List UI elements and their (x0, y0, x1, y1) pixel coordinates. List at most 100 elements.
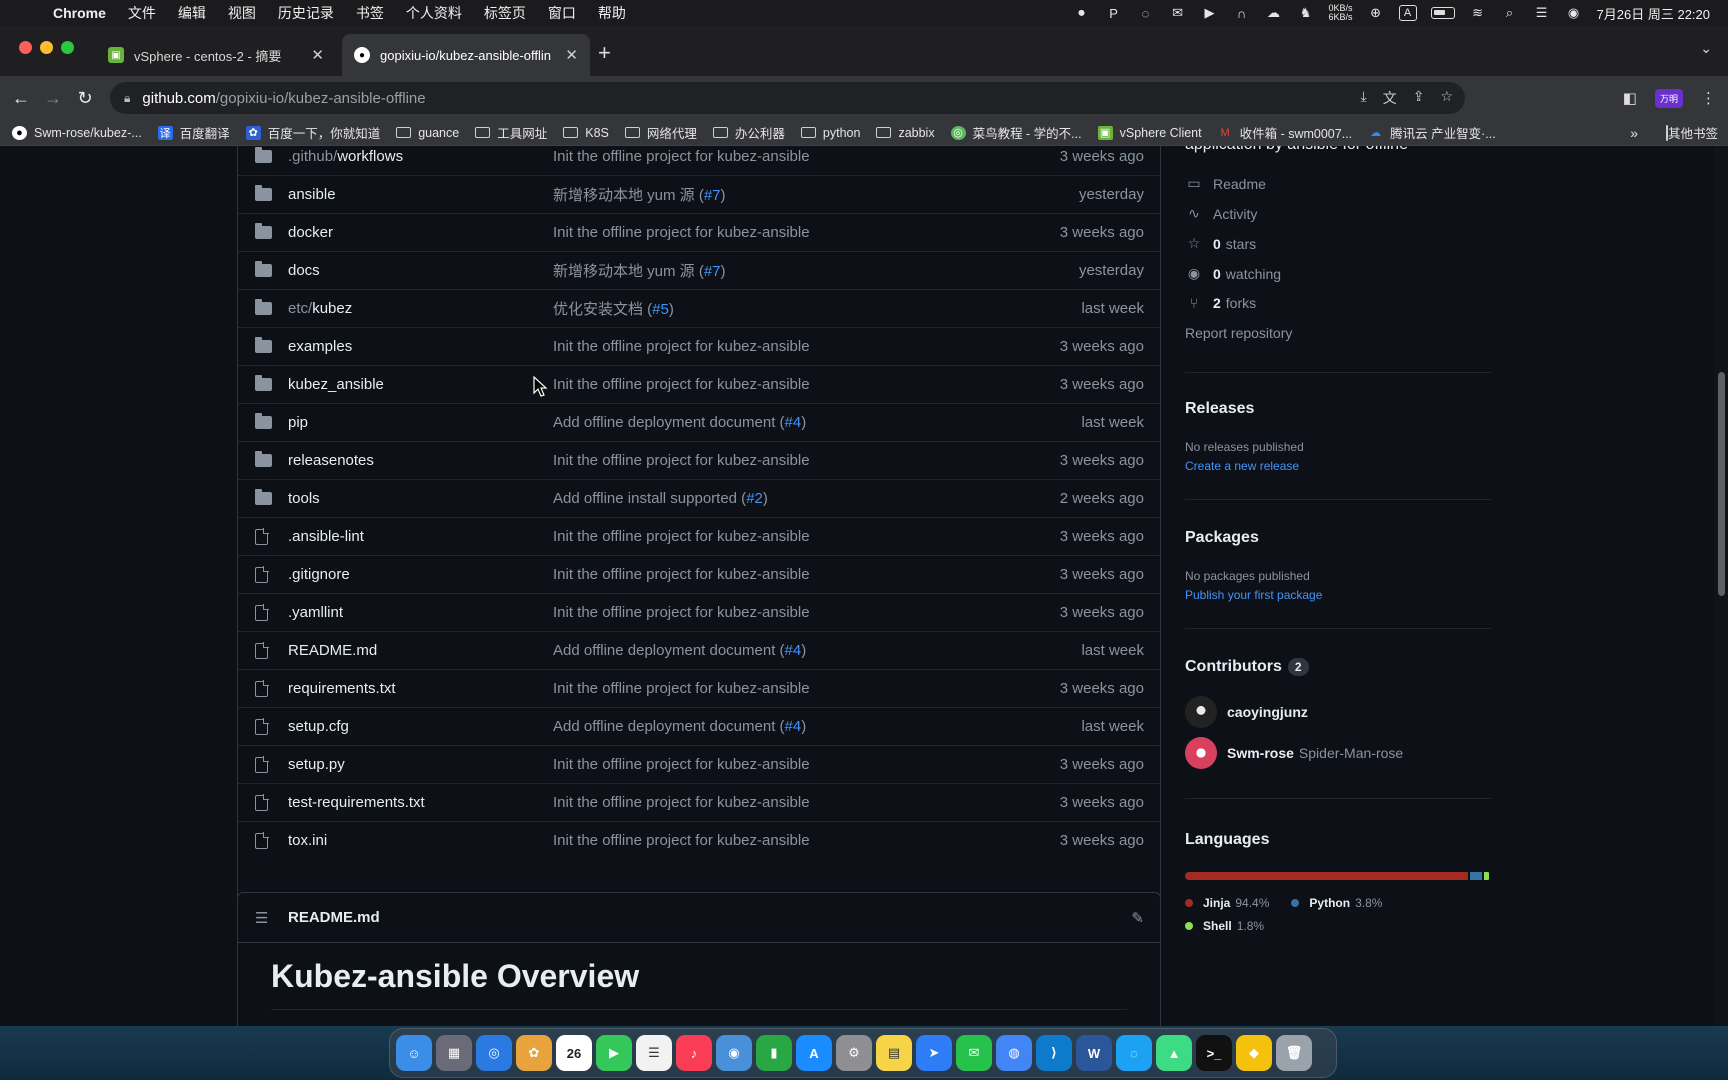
commit-message-link[interactable]: Init the offline project for kubez-ansib… (553, 832, 810, 849)
headphones-icon[interactable]: ∩ (1233, 5, 1251, 21)
edit-pencil-icon[interactable]: ✎ (1131, 909, 1144, 927)
commit-message-link[interactable]: 优化安装文档 (#5) (553, 298, 674, 319)
bookmark-item[interactable]: ◎ 菜鸟教程 - 学的不... (950, 123, 1082, 142)
menu-edit[interactable]: 编辑 (178, 3, 206, 23)
feishu-tray-icon[interactable]: ▶ (1201, 5, 1219, 21)
tab-search-chevron-icon[interactable]: ⌄ (1700, 40, 1712, 57)
other-bookmarks[interactable]: 其他书签 (1665, 123, 1718, 142)
menu-history[interactable]: 历史记录 (278, 3, 334, 23)
wifi-icon[interactable]: ≋ (1469, 5, 1487, 21)
file-name-link[interactable]: pip (288, 414, 308, 431)
bookmark-item[interactable]: ● Swm-rose/kubez-... (12, 125, 142, 140)
tab-vsphere[interactable]: ▣ vSphere - centos-2 - 摘要 ✕ (96, 34, 336, 76)
menu-tab[interactable]: 标签页 (484, 3, 526, 23)
file-row[interactable]: .yamllint Init the offline project for ku… (238, 593, 1160, 631)
site-info-icon[interactable]: 🔒︎ (124, 91, 130, 106)
close-window-button[interactable] (19, 41, 32, 54)
file-name-link[interactable]: tools (288, 490, 320, 507)
close-tab-icon[interactable]: ✕ (311, 46, 324, 64)
spotlight-search-icon[interactable]: ⌕ (1501, 5, 1519, 21)
scrollbar-thumb[interactable] (1718, 372, 1725, 596)
language-shell[interactable]: Shell 1.8% (1185, 919, 1264, 933)
commit-message-link[interactable]: Init the offline project for kubez-ansib… (553, 756, 810, 773)
file-row[interactable]: README.md Add offline deployment document… (238, 631, 1160, 669)
notes-icon[interactable]: ▤ (876, 1035, 912, 1071)
bookmarks-overflow-button[interactable]: » (1630, 125, 1638, 141)
commit-message-link[interactable]: Init the offline project for kubez-ansib… (553, 794, 810, 811)
file-row[interactable]: pip Add offline deployment document (#4) l… (238, 403, 1160, 441)
file-name-link[interactable]: examples (288, 338, 352, 355)
pull-request-link[interactable]: #4 (785, 414, 802, 431)
file-name-link[interactable]: kubez_ansible (288, 376, 384, 393)
commit-message-link[interactable]: Init the offline project for kubez-ansib… (553, 224, 810, 241)
menu-window[interactable]: 窗口 (548, 3, 576, 23)
calendar-icon[interactable]: 26 (556, 1035, 592, 1071)
file-row[interactable]: docs 新增移动本地 yum 源 (#7) yesterday (238, 251, 1160, 289)
bookmark-item[interactable]: 网络代理 (624, 123, 697, 142)
file-row[interactable]: tox.ini Init the offline project for kube… (238, 821, 1160, 859)
chrome-icon[interactable]: ◍ (996, 1035, 1032, 1071)
parking-icon[interactable]: P (1105, 5, 1123, 21)
releases-title[interactable]: Releases (1185, 400, 1254, 418)
minimize-window-button[interactable] (40, 41, 53, 54)
translate-icon[interactable]: 文 (1383, 88, 1397, 108)
file-name-link[interactable]: ansible (288, 186, 336, 203)
menu-profiles[interactable]: 个人资料 (406, 3, 462, 23)
qq-cat-icon[interactable]: ◉ (716, 1035, 752, 1071)
back-button[interactable]: ← (10, 88, 32, 109)
file-row[interactable]: examples Init the offline project for kub… (238, 327, 1160, 365)
readme-link[interactable]: ▭ Readme (1185, 175, 1266, 192)
watching-link[interactable]: ◉ 0 watching (1185, 265, 1281, 282)
commit-message-link[interactable]: Init the offline project for kubez-ansib… (553, 604, 810, 621)
language-python[interactable]: Python 3.8% (1291, 896, 1382, 910)
file-name-link[interactable]: .github/workflows (288, 148, 403, 165)
reload-button[interactable]: ↻ (74, 88, 96, 109)
qq-tray-icon[interactable]: ☁ (1265, 5, 1283, 21)
file-name-link[interactable]: README.md (288, 642, 377, 659)
file-row[interactable]: tools Add offline install supported (#2) 2… (238, 479, 1160, 517)
contributor-item[interactable]: caoyingjunz (1185, 696, 1313, 728)
file-name-link[interactable]: setup.cfg (288, 718, 349, 735)
chrome-menu-icon[interactable]: ⋮ (1701, 89, 1716, 107)
commit-message-link[interactable]: Init the offline project for kubez-ansib… (553, 566, 810, 583)
pull-request-link[interactable]: #7 (704, 263, 721, 280)
app-store-icon[interactable]: A (796, 1035, 832, 1071)
packages-title[interactable]: Packages (1185, 529, 1259, 547)
file-name-link[interactable]: setup.py (288, 756, 345, 773)
pull-request-link[interactable]: #2 (746, 490, 763, 507)
bookmark-item[interactable]: ☁ 腾讯云 产业智变·... (1368, 123, 1496, 142)
outline-list-icon[interactable]: ☰ (255, 909, 268, 927)
file-row[interactable]: requirements.txt Init the offline project… (238, 669, 1160, 707)
safari-icon[interactable]: ◎ (476, 1035, 512, 1071)
system-settings-icon[interactable]: ⚙ (836, 1035, 872, 1071)
file-row[interactable]: ansible 新增移动本地 yum 源 (#7) yesterday (238, 175, 1160, 213)
commit-message-link[interactable]: Init the offline project for kubez-ansib… (553, 148, 810, 165)
app-menu-chrome[interactable]: Chrome (53, 5, 106, 21)
file-row[interactable]: test-requirements.txt Init the offline pr… (238, 783, 1160, 821)
android-file-icon[interactable]: ▲ (1156, 1035, 1192, 1071)
bookmark-item[interactable]: 译百度翻译 (157, 123, 230, 142)
readme-file-label[interactable]: README.md (288, 909, 380, 926)
report-repository-link[interactable]: Report repository (1185, 325, 1292, 341)
file-row[interactable]: .github/workflows Init the offline projec… (238, 146, 1160, 175)
install-icon[interactable]: ⤓ (1361, 88, 1367, 108)
feishu-icon[interactable]: ➤ (916, 1035, 952, 1071)
file-name-link[interactable]: etc/kubez (288, 300, 352, 317)
commit-message-link[interactable]: 新增移动本地 yum 源 (#7) (553, 260, 726, 281)
file-name-link[interactable]: test-requirements.txt (288, 794, 425, 811)
bookmark-item[interactable]: python (800, 126, 860, 140)
file-name-link[interactable]: tox.ini (288, 832, 327, 849)
activity-link[interactable]: ∿ Activity (1185, 205, 1257, 222)
file-name-link[interactable]: docs (288, 262, 320, 279)
control-center-icon[interactable]: ☰ (1533, 5, 1551, 21)
commit-message-link[interactable]: 新增移动本地 yum 源 (#7) (553, 184, 726, 205)
side-panel-icon[interactable]: ◧ (1623, 89, 1637, 107)
reminders-icon[interactable]: ☰ (636, 1035, 672, 1071)
forks-link[interactable]: ⑂ 2 forks (1185, 295, 1256, 311)
bookmark-item[interactable]: guance (396, 126, 459, 140)
address-bar[interactable]: 🔒︎ github.com/gopixiu-io/kubez-ansible-o… (110, 82, 1465, 114)
bookmark-item[interactable]: K8S (563, 126, 609, 140)
file-name-link[interactable]: docker (288, 224, 333, 241)
vscode-icon[interactable]: ⟩ (1036, 1035, 1072, 1071)
bookmark-star-icon[interactable]: ☆ (1440, 88, 1453, 108)
